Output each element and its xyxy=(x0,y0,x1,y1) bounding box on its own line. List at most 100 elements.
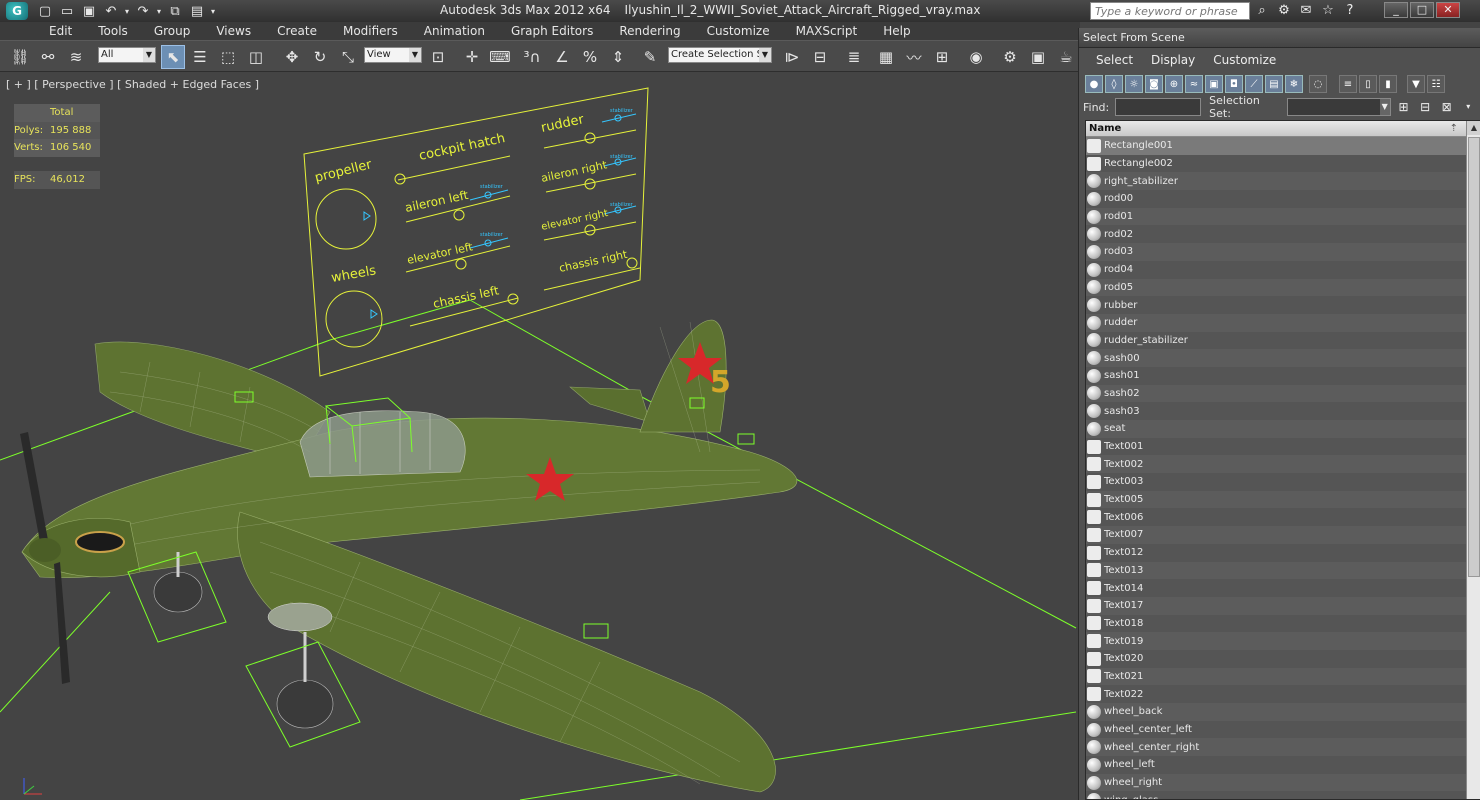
select-invert-icon[interactable]: ⊠ xyxy=(1438,98,1456,116)
new-file-icon[interactable]: ▢ xyxy=(34,2,56,20)
object-row[interactable]: Text018 xyxy=(1086,614,1466,633)
find-input[interactable] xyxy=(1115,98,1202,116)
display-lights-icon[interactable]: ☼ xyxy=(1125,75,1143,93)
angle-snap-icon[interactable]: ∠ xyxy=(550,45,574,69)
select-object-icon[interactable]: ⬉ xyxy=(161,45,185,69)
object-row[interactable]: rod05 xyxy=(1086,278,1466,297)
aircraft-model[interactable]: 5 xyxy=(20,319,798,793)
display-all-icon[interactable]: ≡ xyxy=(1339,75,1357,93)
object-row[interactable]: wheel_right xyxy=(1086,773,1466,792)
object-row[interactable]: Text003 xyxy=(1086,473,1466,491)
object-row[interactable]: seat xyxy=(1086,420,1466,438)
object-row[interactable]: Text002 xyxy=(1086,455,1466,474)
menu-customize[interactable]: Customize xyxy=(694,22,783,40)
object-row[interactable]: Text012 xyxy=(1086,543,1466,562)
scroll-thumb[interactable] xyxy=(1468,137,1480,577)
unlink-selection-icon[interactable]: ⚯ xyxy=(36,45,60,69)
object-row[interactable]: right_stabilizer xyxy=(1086,172,1466,191)
spinner-snap-icon[interactable]: ⇕ xyxy=(606,45,630,69)
rendered-frame-window-icon[interactable]: ▣ xyxy=(1026,45,1050,69)
object-row[interactable]: Text005 xyxy=(1086,490,1466,509)
redo-dropdown-icon[interactable]: ▾ xyxy=(154,2,164,20)
object-row[interactable]: wheel_back xyxy=(1086,703,1466,721)
object-row[interactable]: sash01 xyxy=(1086,366,1466,385)
object-row[interactable]: Rectangle002 xyxy=(1086,154,1466,173)
quick-access-dropdown-icon[interactable]: ▾ xyxy=(208,2,218,20)
display-hidden-icon[interactable]: ◌ xyxy=(1309,75,1327,93)
undo-dropdown-icon[interactable]: ▾ xyxy=(122,2,132,20)
reference-coordinate-dropdown[interactable]: View ▼ xyxy=(364,47,422,63)
display-geometry-icon[interactable]: ● xyxy=(1085,75,1103,93)
bind-to-space-warp-icon[interactable]: ≋ xyxy=(64,45,88,69)
display-containers-icon[interactable]: ▤ xyxy=(1265,75,1283,93)
select-none-icon[interactable]: ⊟ xyxy=(1416,98,1434,116)
schematic-view-icon[interactable]: ⊞ xyxy=(930,45,954,69)
object-row[interactable]: Text013 xyxy=(1086,561,1466,580)
keyboard-shortcut-override-icon[interactable]: ⌨ xyxy=(488,45,512,69)
object-row[interactable]: wheel_center_left xyxy=(1086,720,1466,739)
perspective-viewport[interactable]: 5 propeller wheels cockpit hatch aileron… xyxy=(0,72,1078,800)
display-bones-icon[interactable]: ⟋ xyxy=(1245,75,1263,93)
object-row[interactable]: rod01 xyxy=(1086,207,1466,226)
layer-manager-icon[interactable]: ≣ xyxy=(842,45,866,69)
minimize-button[interactable]: _ xyxy=(1384,2,1408,18)
subscription-icon[interactable]: ⚙ xyxy=(1274,2,1294,20)
object-row[interactable]: Text014 xyxy=(1086,579,1466,597)
align-icon[interactable]: ⊟ xyxy=(808,45,832,69)
object-row[interactable]: sash03 xyxy=(1086,402,1466,420)
display-groups-icon[interactable]: ▣ xyxy=(1205,75,1223,93)
app-logo-button[interactable]: G xyxy=(0,0,34,22)
display-helpers-icon[interactable]: ⊕ xyxy=(1165,75,1183,93)
select-and-scale-icon[interactable]: ⤡ xyxy=(336,45,360,69)
menu-help[interactable]: Help xyxy=(870,22,923,40)
selection-set-dropdown[interactable]: ▼ xyxy=(1287,98,1391,116)
display-none-icon[interactable]: ▯ xyxy=(1359,75,1377,93)
percent-snap-icon[interactable]: % xyxy=(578,45,602,69)
dialog-title[interactable]: Select From Scene xyxy=(1079,28,1480,48)
object-row[interactable]: rudder_stabilizer xyxy=(1086,331,1466,350)
select-and-manipulate-icon[interactable]: ✛ xyxy=(460,45,484,69)
menu-edit[interactable]: Edit xyxy=(36,22,85,40)
object-row[interactable]: wheel_left xyxy=(1086,756,1466,774)
object-row[interactable]: Rectangle001 xyxy=(1086,137,1466,155)
display-xrefs-icon[interactable]: ◘ xyxy=(1225,75,1243,93)
menu-tools[interactable]: Tools xyxy=(85,22,141,40)
maximize-button[interactable]: □ xyxy=(1410,2,1434,18)
menu-create[interactable]: Create xyxy=(264,22,330,40)
display-shapes-icon[interactable]: ◊ xyxy=(1105,75,1123,93)
object-row[interactable]: Text021 xyxy=(1086,667,1466,686)
window-crossing-icon[interactable]: ◫ xyxy=(244,45,268,69)
curve-editor-icon[interactable]: 〰 xyxy=(902,45,926,69)
select-and-rotate-icon[interactable]: ↻ xyxy=(308,45,332,69)
dialog-menu-select[interactable]: Select xyxy=(1087,53,1142,67)
menu-rendering[interactable]: Rendering xyxy=(606,22,693,40)
name-column-header[interactable]: Name ⇡ xyxy=(1086,121,1466,137)
render-production-icon[interactable]: ☕ xyxy=(1054,45,1078,69)
render-setup-icon[interactable]: ⚙ xyxy=(998,45,1022,69)
object-row[interactable]: wing_glass xyxy=(1086,791,1466,799)
object-row[interactable]: Text022 xyxy=(1086,685,1466,703)
menu-views[interactable]: Views xyxy=(203,22,264,40)
select-and-link-icon[interactable]: ⛓ xyxy=(8,45,32,69)
object-row[interactable]: Text020 xyxy=(1086,649,1466,668)
save-file-icon[interactable]: ▣ xyxy=(78,2,100,20)
graphite-toolbox-icon[interactable]: ▦ xyxy=(874,45,898,69)
menu-modifiers[interactable]: Modifiers xyxy=(330,22,411,40)
open-file-icon[interactable]: ▭ xyxy=(56,2,78,20)
display-space-warps-icon[interactable]: ≈ xyxy=(1185,75,1203,93)
dialog-menu-display[interactable]: Display xyxy=(1142,53,1204,67)
selection-filter-dropdown[interactable]: All ▼ xyxy=(98,47,156,63)
object-row[interactable]: sash00 xyxy=(1086,349,1466,367)
filter-icon[interactable]: ▼ xyxy=(1407,75,1425,93)
menu-maxscript[interactable]: MAXScript xyxy=(783,22,871,40)
help-icon[interactable]: ? xyxy=(1340,2,1360,20)
display-frozen-icon[interactable]: ❄ xyxy=(1285,75,1303,93)
named-selection-set-dropdown[interactable]: Create Selection Se ▼ xyxy=(668,47,772,63)
object-row[interactable]: sash02 xyxy=(1086,384,1466,403)
object-row[interactable]: Text007 xyxy=(1086,526,1466,544)
communication-center-icon[interactable]: ✉ xyxy=(1296,2,1316,20)
object-row[interactable]: Text019 xyxy=(1086,632,1466,650)
propeller-dial[interactable] xyxy=(315,188,377,250)
object-row[interactable]: rod03 xyxy=(1086,243,1466,261)
object-list[interactable]: Name ⇡ Rectangle001 Rectangle002 right_stab… xyxy=(1085,120,1480,800)
